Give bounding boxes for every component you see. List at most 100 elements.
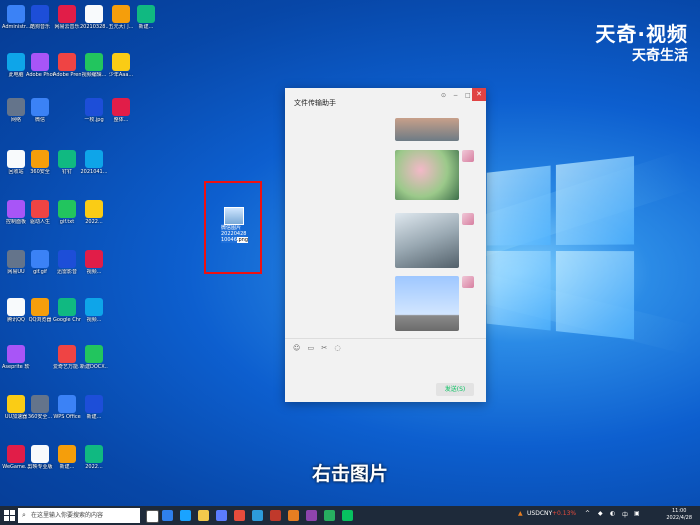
desktop-icon[interactable]: 爱奇艺万能... — [53, 345, 81, 370]
desktop-icon[interactable]: 视频... — [80, 250, 108, 275]
desktop-icon-label: 20210328... — [80, 24, 108, 30]
netease-music-icon[interactable] — [234, 510, 245, 521]
chat-image-3[interactable] — [395, 213, 459, 268]
desktop-icon[interactable]: Adobe Premiere... — [53, 53, 81, 78]
ticker-change: +0.13% — [552, 510, 577, 517]
chat-image-2[interactable] — [395, 150, 459, 200]
app-icon[interactable] — [288, 510, 299, 521]
chat-image-1[interactable] — [395, 118, 459, 141]
app-icon[interactable] — [306, 510, 317, 521]
desktop-icon[interactable]: 2021041... — [80, 150, 108, 175]
desktop-icon[interactable]: 一枚.jpg — [80, 98, 108, 123]
desktop-icon-label: 迅雷影音 — [56, 269, 77, 275]
desktop-icon[interactable]: 迅雷影音 — [53, 250, 81, 275]
desktop-icon[interactable]: Adobe Photosh... — [26, 53, 54, 78]
desktop-icon[interactable]: 360安全 — [26, 150, 54, 175]
dragged-file-thumbnail[interactable] — [224, 207, 244, 225]
app-icon[interactable] — [216, 510, 227, 521]
desktop-icon-label: 整体... — [113, 117, 129, 123]
desktop-icon-label: 新建... — [86, 414, 102, 420]
emoji-icon[interactable]: ☺ — [293, 344, 300, 352]
desktop-icon[interactable]: 驱动人生 — [26, 200, 54, 225]
desktop-icon[interactable]: 360安全... — [26, 395, 54, 420]
clock[interactable]: 11:00 2022/4/28 — [666, 508, 692, 522]
desktop-icon[interactable]: 2022... — [80, 200, 108, 225]
app-icon — [58, 250, 76, 268]
app-icon — [31, 5, 49, 23]
send-button[interactable]: 发送(S) — [436, 383, 474, 396]
desktop-icon[interactable]: 钉钉 — [53, 150, 81, 175]
ticker-symbol[interactable]: USDCNY — [527, 510, 552, 517]
desktop-icon[interactable]: 新建DOCX... — [80, 345, 108, 370]
desktop-icon[interactable]: 网易云音乐 — [53, 5, 81, 30]
minimize-button[interactable]: − — [453, 92, 458, 99]
app-icon — [137, 5, 155, 23]
app-icon — [58, 200, 76, 218]
app-icon — [7, 150, 25, 168]
app-icon — [112, 5, 130, 23]
chat-bubble-icon[interactable]: ◌ — [335, 344, 341, 352]
folder-icon[interactable]: ▭ — [308, 344, 315, 352]
desktop-icon[interactable]: Google Chrome — [53, 298, 81, 323]
desktop-icon[interactable]: 微信 — [26, 98, 54, 123]
app-icon — [31, 98, 49, 116]
app-icon — [85, 150, 103, 168]
app-icon[interactable] — [252, 510, 263, 521]
file-transfer-window[interactable]: 文件传输助手 ⊙ − □ ✕ ☺ ▭ ✂ ◌ 发送(S) — [285, 88, 486, 402]
app-icon — [31, 200, 49, 218]
app-icon — [58, 150, 76, 168]
desktop-icon[interactable]: 酷狗音乐 — [26, 5, 54, 30]
volume-icon[interactable]: ◐ — [610, 510, 615, 517]
desktop-icon[interactable]: 五元大门... — [107, 5, 135, 30]
app-icon — [7, 395, 25, 413]
app-icon — [85, 298, 103, 316]
desktop-icon[interactable]: Aseprite 软件 — [2, 345, 30, 370]
close-button[interactable]: ✕ — [472, 88, 486, 101]
maximize-button[interactable]: □ — [465, 92, 471, 99]
browser-icon[interactable] — [180, 510, 191, 521]
app-icon — [7, 250, 25, 268]
scissors-icon[interactable]: ✂ — [321, 344, 327, 352]
dragged-file-label[interactable]: 微信图片 20220428 10046.png — [221, 225, 249, 243]
desktop-icon-label: 2022... — [85, 219, 103, 225]
taskbar-search[interactable]: ⌕ 在这里输入你要搜索的内容 — [18, 508, 140, 523]
wps-icon[interactable] — [270, 510, 281, 521]
desktop-icon[interactable]: 20210328... — [80, 5, 108, 30]
desktop-icon[interactable]: gif.gif — [26, 250, 54, 275]
desktop-icon[interactable]: 新建... — [80, 395, 108, 420]
desktop-icon-label: 微信 — [34, 117, 45, 123]
windows-logo — [486, 156, 639, 345]
app-tray-icon[interactable]: ▣ — [634, 510, 640, 517]
app-icon — [85, 53, 103, 71]
pin-icon[interactable]: ⊙ — [441, 92, 446, 99]
desktop-icon[interactable]: 新建... — [132, 5, 160, 30]
desktop-icon[interactable]: 整体... — [107, 98, 135, 123]
chat-image-4[interactable] — [395, 276, 459, 331]
desktop-icon-label: 新建... — [138, 24, 154, 30]
taskbar: ⌕ 在这里输入你要搜索的内容 ▲ USDCNY +0.13% ^ ◆ ◐ 中 ▣… — [0, 506, 700, 525]
ime-icon[interactable]: 中 — [622, 510, 628, 519]
file-explorer-icon[interactable] — [198, 510, 209, 521]
desktop-icon[interactable]: gif.txt — [53, 200, 81, 225]
desktop-icon[interactable]: 视频... — [80, 298, 108, 323]
app-icon[interactable] — [324, 510, 335, 521]
desktop-icon[interactable]: 少年Aaa... — [107, 53, 135, 78]
tray-arrow-icon[interactable]: ^ — [585, 510, 590, 517]
app-icon — [31, 150, 49, 168]
desktop-icon[interactable]: WPS Office — [53, 395, 81, 420]
app-icon — [112, 98, 130, 116]
desktop-icon-label: 少年Aaa... — [108, 72, 134, 78]
app-icon — [112, 53, 130, 71]
task-view-icon[interactable] — [146, 510, 159, 523]
app-icon — [58, 298, 76, 316]
wechat-icon[interactable] — [342, 510, 353, 521]
edge-icon[interactable] — [162, 510, 173, 521]
start-button[interactable] — [4, 510, 15, 521]
desktop-icon-label: 360安全... — [27, 414, 53, 420]
app-icon — [85, 395, 103, 413]
desktop-icon[interactable]: 视频编辑... — [80, 53, 108, 78]
network-icon[interactable]: ◆ — [598, 510, 603, 517]
desktop-icon[interactable]: QQ浏览器 — [26, 298, 54, 323]
desktop-icon-label: 一枚.jpg — [84, 117, 104, 123]
app-icon — [85, 5, 103, 23]
